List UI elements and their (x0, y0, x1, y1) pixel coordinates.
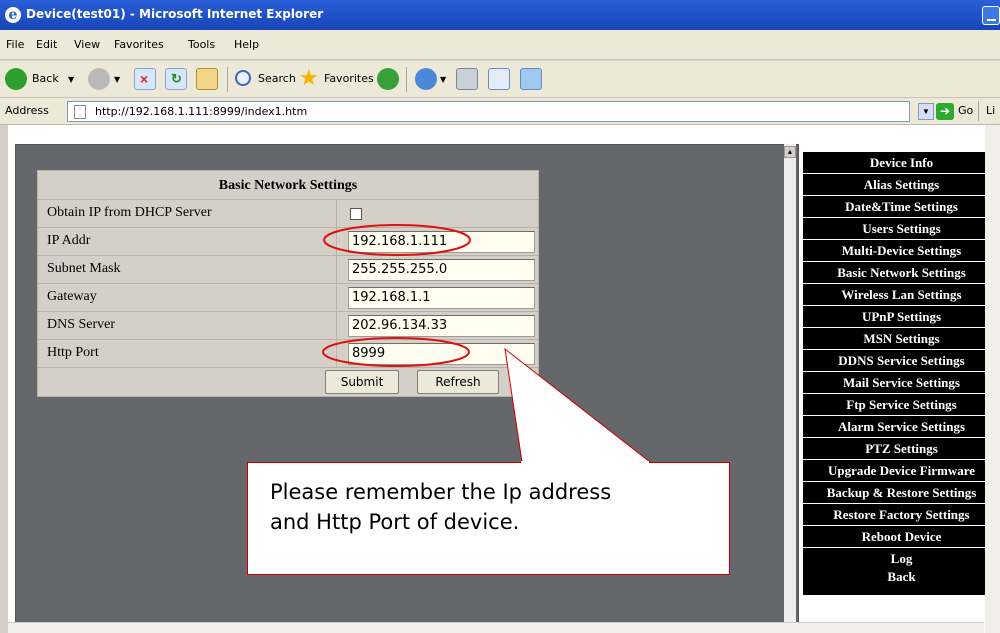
column-divider (336, 312, 337, 339)
nav-ftp-service-settings[interactable]: Ftp Service Settings (803, 394, 1000, 416)
nav-alias-settings[interactable]: Alias Settings (803, 174, 1000, 196)
form-row-dhcp: Obtain IP from DHCP Server (38, 200, 538, 228)
nav-datetime-settings[interactable]: Date&Time Settings (803, 196, 1000, 218)
submit-button[interactable]: Submit (325, 370, 399, 394)
nav-users-settings[interactable]: Users Settings (803, 218, 1000, 240)
nav-upgrade-firmware[interactable]: Upgrade Device Firmware (803, 460, 1000, 482)
callout-line-1: Please remember the Ip address (270, 480, 612, 504)
menu-tools[interactable]: Tools (188, 38, 215, 51)
column-divider (336, 200, 337, 227)
nav-reboot-device[interactable]: Reboot Device (803, 526, 1000, 548)
nav-alarm-service-settings[interactable]: Alarm Service Settings (803, 416, 1000, 438)
http-port-field[interactable]: 8999 (348, 343, 535, 365)
form-row-dns: DNS Server 202.96.134.33 (38, 312, 538, 340)
side-navigation: Device Info Alias Settings Date&Time Set… (803, 152, 1000, 595)
subnet-mask-label: Subnet Mask (47, 261, 121, 276)
page-scrollbar[interactable] (985, 125, 1000, 633)
form-title: Basic Network Settings (38, 171, 538, 200)
subnet-mask-field[interactable]: 255.255.255.0 (348, 259, 535, 281)
address-label: Address (5, 104, 49, 117)
form-row-gateway: Gateway 192.168.1.1 (38, 284, 538, 312)
form-button-row: Submit Refresh (38, 368, 538, 397)
dhcp-label: Obtain IP from DHCP Server (47, 205, 212, 220)
window-title: Device(test01) - Microsoft Internet Expl… (26, 7, 324, 21)
back-button-label[interactable]: Back (32, 72, 59, 85)
back-arrow-icon[interactable] (5, 68, 27, 90)
window-title-bar: e Device(test01) - Microsoft Internet Ex… (0, 0, 1000, 30)
nav-msn-settings[interactable]: MSN Settings (803, 328, 1000, 350)
print-icon[interactable] (456, 68, 478, 90)
go-arrow-icon[interactable]: ➔ (936, 103, 954, 120)
favorites-button-label[interactable]: Favorites (324, 72, 374, 85)
edit-icon[interactable] (488, 68, 510, 90)
links-label[interactable]: Li (986, 104, 995, 117)
toolbar-separator (227, 67, 228, 92)
refresh-button[interactable]: Refresh (417, 370, 499, 394)
toolbar-separator (406, 67, 407, 92)
callout-join (521, 461, 649, 463)
nav-wireless-lan-settings[interactable]: Wireless Lan Settings (803, 284, 1000, 306)
dhcp-checkbox[interactable] (350, 208, 362, 220)
address-dropdown-icon[interactable]: ▼ (918, 103, 934, 120)
horizontal-scrollbar[interactable] (8, 622, 984, 633)
nav-restore-factory-settings[interactable]: Restore Factory Settings (803, 504, 1000, 526)
menu-file[interactable]: File (6, 38, 24, 51)
menu-view[interactable]: View (74, 38, 100, 51)
column-divider (336, 228, 337, 255)
dns-server-label: DNS Server (47, 317, 116, 332)
nav-ddns-service-settings[interactable]: DDNS Service Settings (803, 350, 1000, 372)
basic-network-settings-form: Basic Network Settings Obtain IP from DH… (37, 170, 539, 397)
ip-addr-field[interactable]: 192.168.1.111 (348, 231, 535, 253)
nav-device-info[interactable]: Device Info (803, 152, 1000, 174)
page-icon (74, 105, 86, 119)
address-input[interactable]: http://192.168.1.111:8999/index1.htm (67, 101, 910, 122)
menu-help[interactable]: Help (234, 38, 259, 51)
callout-line-2: and Http Port of device. (270, 510, 520, 534)
nav-basic-network-settings[interactable]: Basic Network Settings (803, 262, 1000, 284)
forward-arrow-icon[interactable] (88, 68, 110, 90)
gateway-field[interactable]: 192.168.1.1 (348, 287, 535, 309)
nav-ptz-settings[interactable]: PTZ Settings (803, 438, 1000, 460)
nav-multi-device-settings[interactable]: Multi-Device Settings (803, 240, 1000, 262)
nav-mail-service-settings[interactable]: Mail Service Settings (803, 372, 1000, 394)
column-divider (336, 284, 337, 311)
callout-box: Please remember the Ip address and Http … (247, 462, 730, 575)
mail-dropdown-icon[interactable]: ▼ (440, 75, 446, 84)
forward-dropdown-icon[interactable]: ▼ (114, 75, 120, 84)
form-row-subnet: Subnet Mask 255.255.255.0 (38, 256, 538, 284)
column-divider (336, 340, 337, 367)
nav-back[interactable]: Back (803, 566, 1000, 588)
ip-addr-label: IP Addr (47, 233, 91, 248)
messenger-icon[interactable] (520, 68, 542, 90)
form-row-http-port: Http Port 8999 (38, 340, 538, 368)
gateway-label: Gateway (47, 289, 97, 304)
menu-favorites[interactable]: Favorites (114, 38, 164, 51)
nav-upnp-settings[interactable]: UPnP Settings (803, 306, 1000, 328)
http-port-label: Http Port (47, 345, 99, 360)
menu-edit[interactable]: Edit (36, 38, 57, 51)
back-dropdown-icon[interactable]: ▼ (68, 75, 74, 84)
minimize-button[interactable] (982, 6, 1000, 25)
dns-server-field[interactable]: 202.96.134.33 (348, 315, 535, 337)
refresh-icon[interactable]: ↻ (165, 68, 187, 90)
column-divider (336, 256, 337, 283)
go-button-label[interactable]: Go (958, 104, 973, 117)
nav-backup-restore-settings[interactable]: Backup & Restore Settings (803, 482, 1000, 504)
address-bar: Address http://192.168.1.111:8999/index1… (0, 98, 1000, 125)
mail-icon[interactable] (415, 68, 437, 90)
ie-logo-icon: e (5, 7, 21, 23)
menu-bar: File Edit View Favorites Tools Help (0, 30, 1000, 60)
address-divider (978, 101, 979, 121)
toolbar: Back ▼ ▼ × ↻ Search ★ Favorites ▼ (0, 61, 1000, 98)
history-icon[interactable] (377, 68, 399, 90)
stop-icon[interactable]: × (134, 68, 156, 90)
home-icon[interactable] (196, 68, 218, 90)
address-url[interactable]: http://192.168.1.111:8999/index1.htm (95, 105, 307, 118)
search-button-label[interactable]: Search (258, 72, 296, 85)
search-icon[interactable] (235, 70, 251, 86)
favorites-star-icon[interactable]: ★ (299, 66, 319, 90)
scroll-up-icon[interactable]: ▲ (784, 146, 796, 158)
form-row-ip: IP Addr 192.168.1.111 (38, 228, 538, 256)
frame-scrollbar[interactable]: ▲ (784, 144, 796, 628)
